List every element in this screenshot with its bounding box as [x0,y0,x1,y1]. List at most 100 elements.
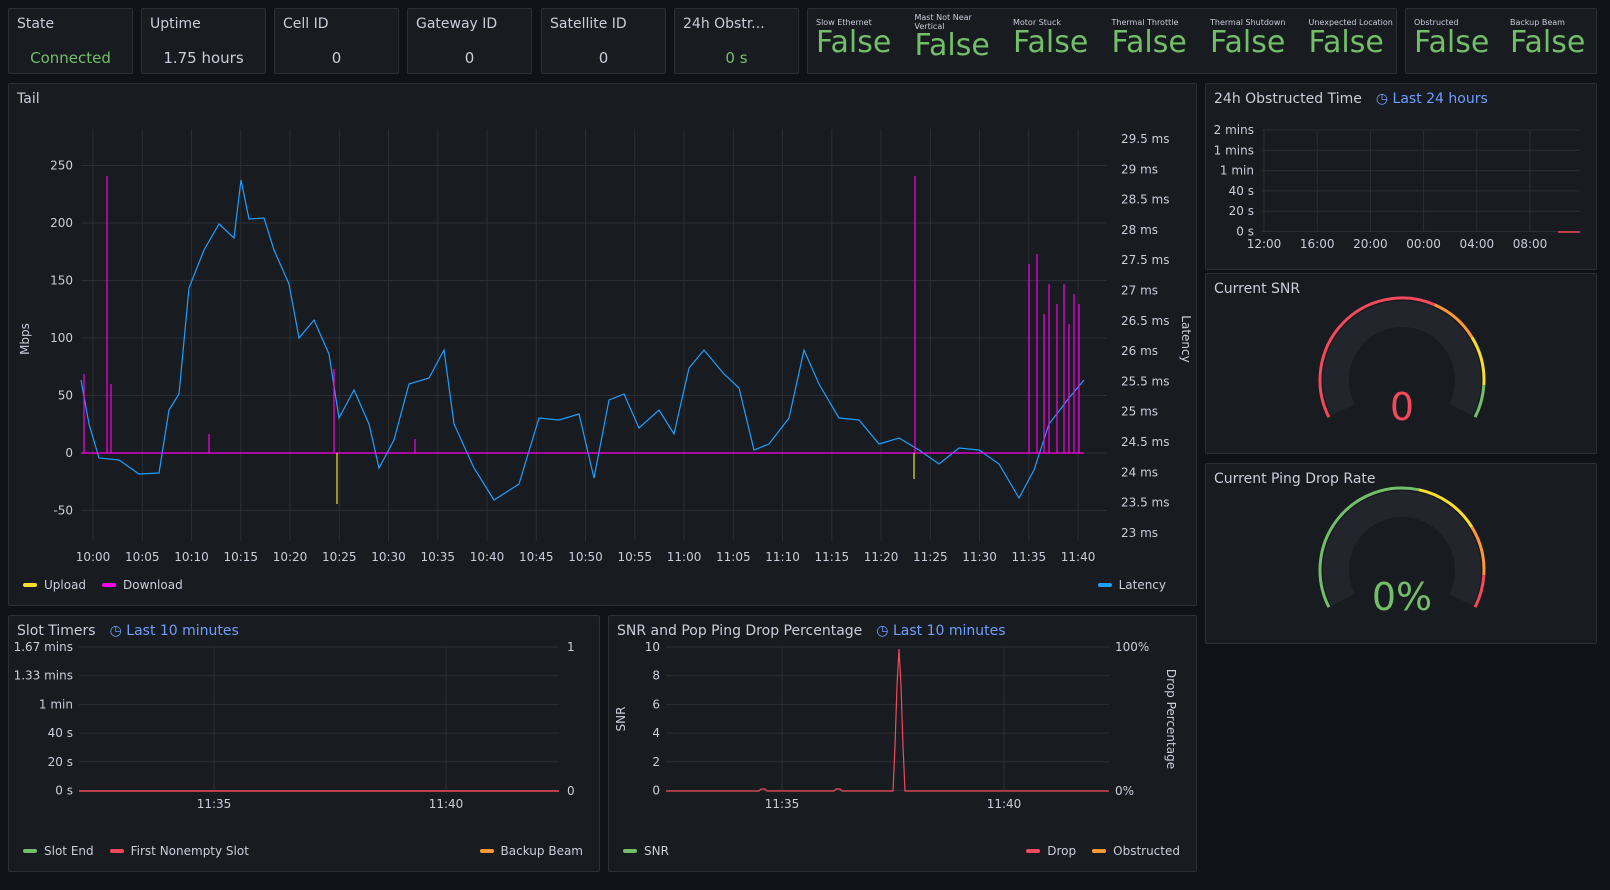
tick-label: 11:05 [716,550,751,564]
tick-label: 26 ms [1121,344,1158,358]
panel-title: Cell ID [283,16,329,32]
legend-swatch [23,583,37,587]
tick-label: 27 ms [1121,284,1158,298]
tick-label: 0 s [55,784,73,798]
tick-label: 200 [50,216,73,230]
tick-label: 24 ms [1121,465,1158,479]
legend-item[interactable]: Slot End [23,844,94,858]
tick-label: 10:30 [371,550,406,564]
alert-flag: Thermal Shutdown False [1210,13,1305,58]
tick-label: 40 s [1229,184,1254,198]
tick-label: 23 ms [1121,526,1158,540]
tick-label: 29.5 ms [1121,132,1169,146]
tick-label: 10:25 [322,550,357,564]
alert-value: False [1510,25,1586,60]
stat-value: 0 [598,49,609,67]
tick-label: 1.33 mins [14,669,73,683]
obstructed-time-panel: 24h Obstructed Time ◷ Last 24 hours 2 min… [1205,83,1597,270]
legend-item[interactable]: Download [102,578,183,592]
legend-swatch [1092,849,1107,853]
tick-label: 11:15 [815,550,850,564]
panel-title: Gateway ID [416,16,498,32]
legend: Latency [1097,578,1182,592]
legend: Upload Download [23,578,199,592]
tick-label: 11:30 [962,550,997,564]
stat-panel: Gateway ID 0 [407,8,532,74]
legend-swatch [479,849,494,853]
legend-swatch [623,849,637,853]
tick-label: 24.5 ms [1121,435,1169,449]
legend-item[interactable]: First Nonempty Slot [109,844,249,858]
tick-label: 10:20 [273,550,308,564]
tick-label: 10:55 [617,550,652,564]
tick-label: 150 [50,274,73,288]
legend: Drop Obstructed [1026,844,1196,858]
snr-drop-chart[interactable]: 10 8 6 4 2 0 100% 0% 11:35 11:40 SNR Drop Percentag… [609,616,1198,873]
legend-swatch [23,849,37,853]
alert-value: False [1111,25,1187,60]
tick-label: 100% [1115,640,1149,654]
tail-chart[interactable]: 250 200 150 100 50 0 -50 10:00 10:05 10:10 10:15 10… [9,84,1198,607]
stat-value: 0 [464,49,475,67]
axis-label: Mbps [18,323,32,355]
alert-flag: Backup Beam False [1510,13,1585,58]
stat-value: 0 s [725,49,748,67]
tick-label: 0 [65,446,73,460]
alert-flag: Slow Ethernet False [816,13,911,58]
obstructed-chart[interactable]: 2 mins1 mins1 min40 s20 s0 s12:00 16:00 20… [1206,84,1598,271]
tick-label: 26.5 ms [1121,314,1169,328]
stat-value: 0 [331,49,342,67]
latency-series [80,179,1085,501]
alert-value: False [1414,25,1490,60]
alert-value: False [914,28,990,63]
panel-title: State [17,16,55,32]
tick-label: 20 s [48,755,73,769]
legend-item[interactable]: Backup Beam [479,844,583,858]
tick-label: 50 [58,389,73,403]
legend-item[interactable]: Obstructed [1092,844,1180,858]
ping-drop-gauge: 0% [1318,486,1486,619]
tick-label: 11:35 [1012,550,1047,564]
tick-label: 25 ms [1121,405,1158,419]
tick-label: 23.5 ms [1121,496,1169,510]
drop-series [666,648,1109,792]
tick-label: 11:25 [913,550,948,564]
snr-gauge: 0 [1318,296,1486,429]
slot-timers-chart[interactable]: 1.67 mins 1.33 mins 1 min 40 s 20 s 0 s 1 0 11:3… [9,616,601,873]
stat-value: Connected [30,49,111,67]
tick-label: 11:35 [197,797,232,811]
tick-label: 0 [652,784,660,798]
legend: Slot End First Nonempty Slot [23,844,265,858]
tick-label: 10:00 [76,550,111,564]
tick-label: 1 min [1220,164,1254,178]
tick-label: 250 [50,159,73,173]
tail-panel: Tail 250 200 150 100 50 0 -50 10:00 10:05 10:10 10… [8,83,1197,606]
tick-label: 11:35 [765,797,800,811]
legend-item[interactable]: Upload [23,578,86,592]
gauge-value: 0% [1372,575,1432,619]
tick-label: 29 ms [1121,162,1158,176]
legend-item[interactable]: Drop [1026,844,1076,858]
alerts-panel: Slow Ethernet False Mast Not Near Vertica… [807,8,1397,74]
legend-item[interactable]: Latency [1097,578,1166,592]
snr-drop-panel: SNR and Pop Ping Drop Percentage ◷ Last 1… [608,615,1197,872]
legend-item[interactable]: SNR [623,844,669,858]
tick-label: 0 [567,784,575,798]
legend-swatch [1097,583,1112,587]
alert-flag: Unexpected Location False [1309,13,1404,58]
legend-label: Upload [44,578,87,592]
tick-label: 27.5 ms [1121,253,1169,267]
tick-label: 10 [645,640,660,654]
alert-flag: Obstructed False [1414,13,1489,58]
legend-label: Drop [1047,844,1077,858]
tick-label: 11:40 [1061,550,1096,564]
alert-flag: Mast Not Near Vertical False [915,13,990,61]
tick-label: 20 s [1229,204,1254,218]
alert-flag: Motor Stuck False [1013,13,1108,58]
panel-title: Satellite ID [550,16,627,32]
legend-swatch [109,849,124,853]
tick-label: 16:00 [1300,237,1335,251]
alert-value: False [1210,25,1286,60]
tick-label: 1 mins [1214,143,1254,157]
tick-label: 11:40 [429,797,464,811]
